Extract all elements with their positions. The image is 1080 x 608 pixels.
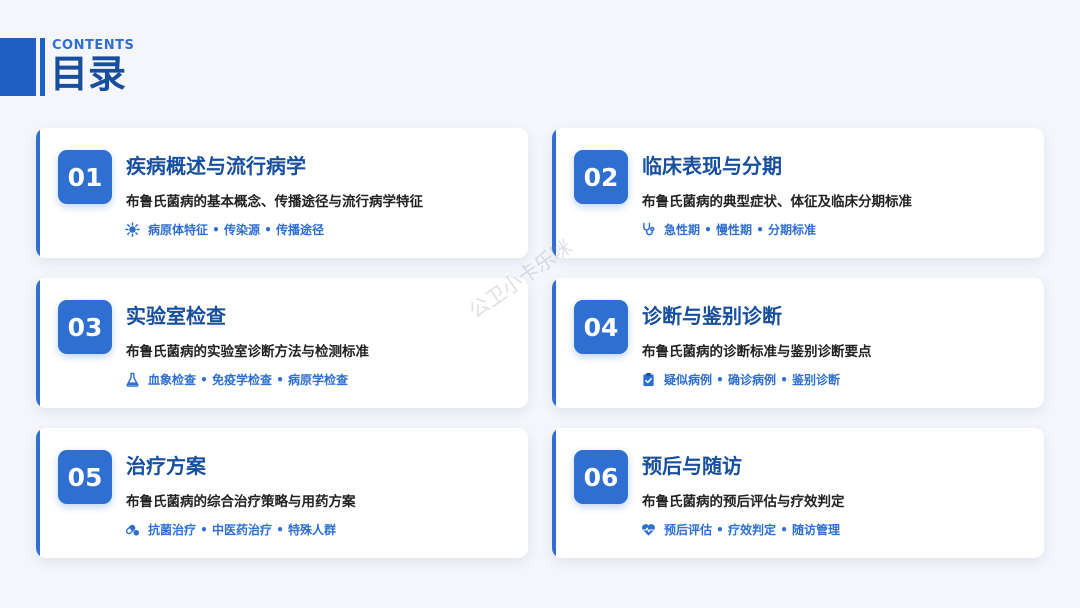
pills-icon: [124, 522, 140, 538]
section-description: 布鲁氏菌病的预后评估与疗效判定: [642, 494, 845, 510]
heart-pulse-icon: [640, 522, 656, 538]
header-accent-block: [0, 38, 36, 96]
section-number: 02: [574, 150, 628, 204]
toc-card-05[interactable]: 05 治疗方案 布鲁氏菌病的综合治疗策略与用药方案 抗菌治疗 • 中医药治疗 •…: [36, 428, 528, 558]
section-tags: 病原体特征 • 传染源 • 传播途径: [148, 223, 325, 237]
section-number: 04: [574, 300, 628, 354]
section-tags: 急性期 • 慢性期 • 分期标准: [664, 223, 817, 237]
section-description: 布鲁氏菌病的诊断标准与鉴别诊断要点: [642, 344, 872, 360]
section-description: 布鲁氏菌病的基本概念、传播途径与流行病学特征: [126, 194, 423, 210]
toc-card-01[interactable]: 01 疾病概述与流行病学 布鲁氏菌病的基本概念、传播途径与流行病学特征 病原体特…: [36, 128, 528, 258]
section-title: 治疗方案: [126, 454, 206, 478]
section-tags: 疑似病例 • 确诊病例 • 鉴别诊断: [664, 373, 841, 387]
stethoscope-icon: [640, 222, 656, 238]
section-tags: 血象检查 • 免疫学检查 • 病原学检查: [148, 373, 349, 387]
section-tags: 抗菌治疗 • 中医药治疗 • 特殊人群: [148, 523, 337, 537]
toc-card-06[interactable]: 06 预后与随访 布鲁氏菌病的预后评估与疗效判定 预后评估 • 疗效判定 • 随…: [552, 428, 1044, 558]
toc-card-02[interactable]: 02 临床表现与分期 布鲁氏菌病的典型症状、体征及临床分期标准 急性期 • 慢性…: [552, 128, 1044, 258]
section-title: 临床表现与分期: [642, 154, 782, 178]
page-title: 目录: [50, 52, 127, 96]
header-accent-line: [40, 38, 45, 96]
section-title: 实验室检查: [126, 304, 226, 328]
flask-icon: [124, 372, 140, 388]
clipboard-check-icon: [640, 372, 656, 388]
section-description: 布鲁氏菌病的实验室诊断方法与检测标准: [126, 344, 369, 360]
section-number: 03: [58, 300, 112, 354]
header-en-title: CONTENTS: [52, 38, 135, 53]
section-title: 预后与随访: [642, 454, 742, 478]
virus-icon: [124, 222, 140, 238]
page-header: CONTENTS 目录: [0, 36, 300, 98]
section-number: 01: [58, 150, 112, 204]
section-number: 05: [58, 450, 112, 504]
section-description: 布鲁氏菌病的综合治疗策略与用药方案: [126, 494, 356, 510]
section-title: 疾病概述与流行病学: [126, 154, 306, 178]
toc-card-04[interactable]: 04 诊断与鉴别诊断 布鲁氏菌病的诊断标准与鉴别诊断要点 疑似病例 • 确诊病例…: [552, 278, 1044, 408]
section-title: 诊断与鉴别诊断: [642, 304, 782, 328]
section-number: 06: [574, 450, 628, 504]
section-description: 布鲁氏菌病的典型症状、体征及临床分期标准: [642, 194, 912, 210]
section-tags: 预后评估 • 疗效判定 • 随访管理: [664, 523, 841, 537]
toc-card-03[interactable]: 03 实验室检查 布鲁氏菌病的实验室诊断方法与检测标准 血象检查 • 免疫学检查…: [36, 278, 528, 408]
